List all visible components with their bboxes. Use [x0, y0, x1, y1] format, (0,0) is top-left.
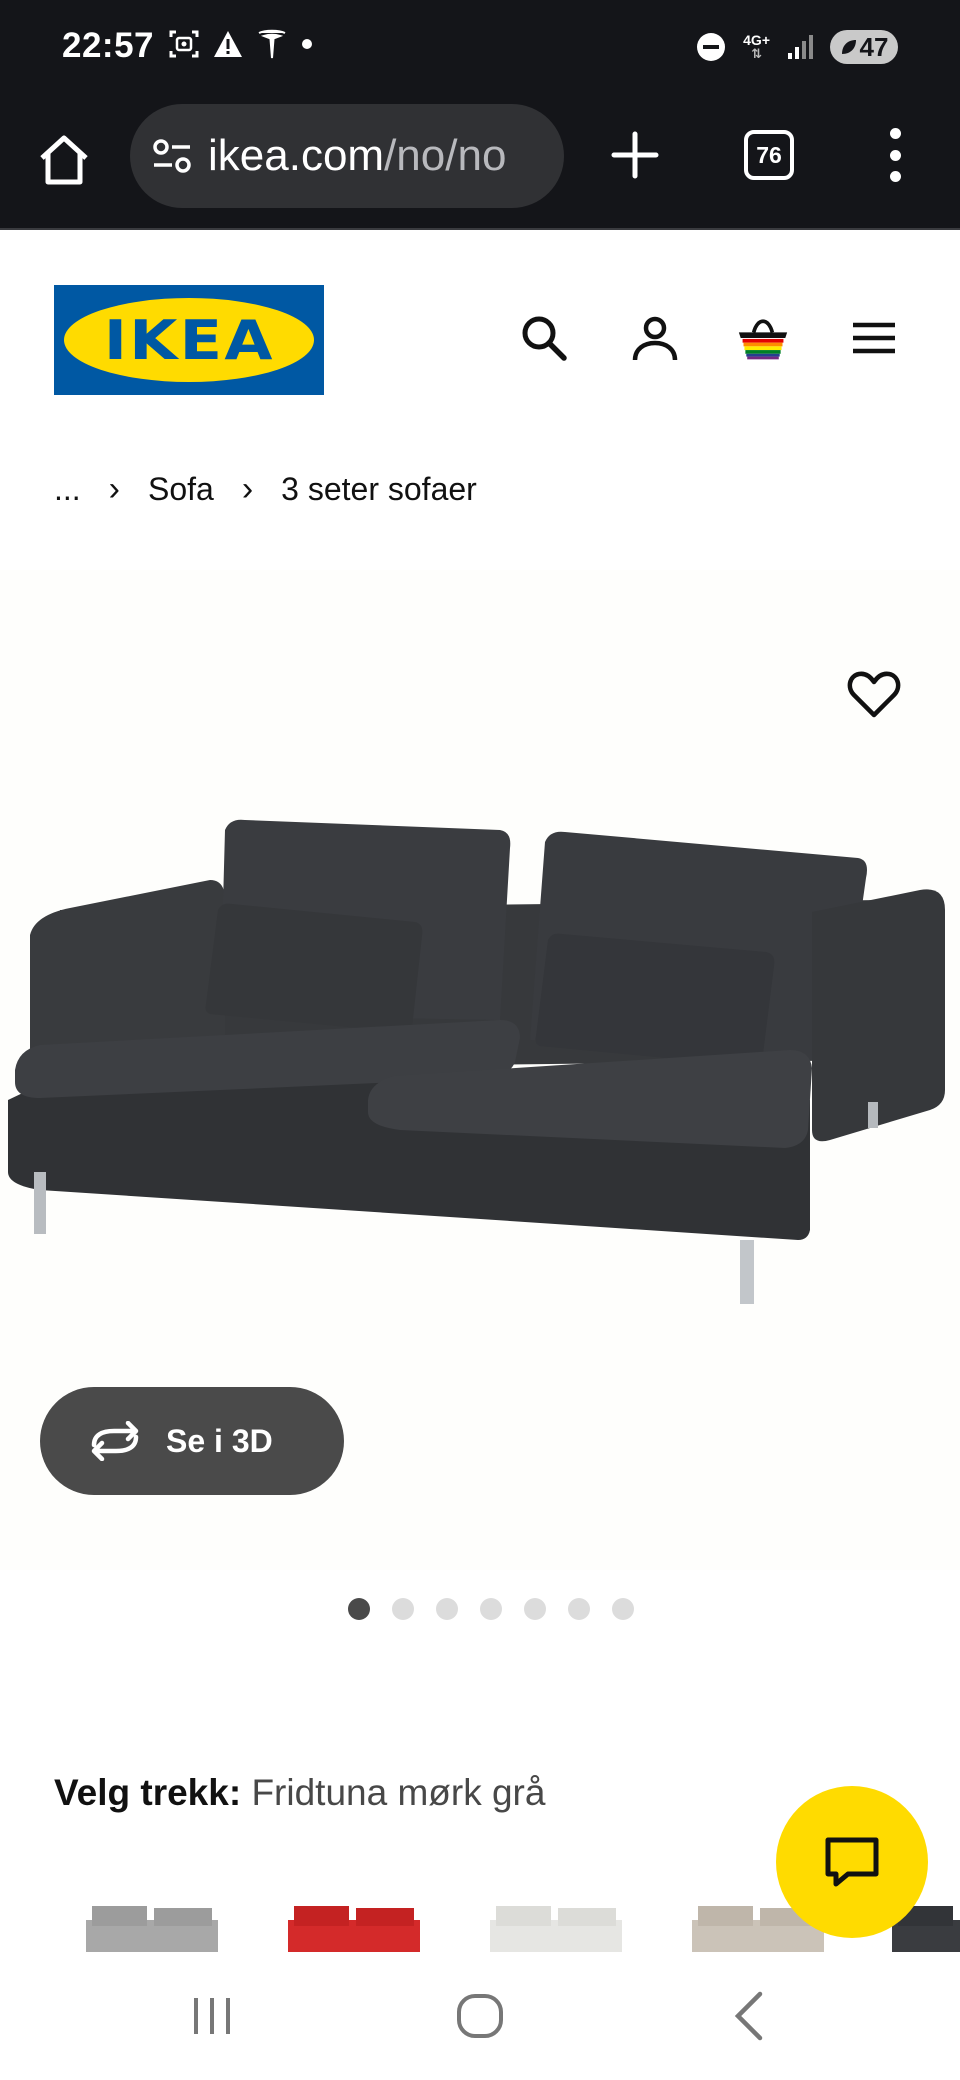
screenshot-icon: [168, 28, 200, 60]
breadcrumb-ellipsis[interactable]: ...: [54, 471, 81, 508]
home-nav-icon[interactable]: [450, 1986, 510, 2046]
chat-button[interactable]: [776, 1786, 928, 1938]
chevron-right-icon: ›: [108, 470, 120, 508]
ikea-logo[interactable]: IKEA: [54, 285, 324, 395]
chevron-right-icon: ›: [241, 470, 254, 508]
cart-icon[interactable]: [737, 312, 789, 364]
pagination-dot[interactable]: [612, 1598, 634, 1620]
chat-icon: [825, 1837, 879, 1887]
heart-icon[interactable]: [846, 668, 902, 720]
breadcrumb-item-3-seter-sofaer[interactable]: 3 seter sofaer: [281, 471, 477, 508]
rotate-3d-icon: [91, 1421, 139, 1461]
tesla-icon: [256, 28, 288, 60]
signal-icon: [786, 33, 814, 61]
view-3d-label: Se i 3D: [166, 1422, 273, 1459]
battery-indicator: 47: [830, 30, 898, 64]
account-icon[interactable]: [629, 312, 681, 364]
home-icon[interactable]: [36, 132, 92, 188]
url-text: ikea.com/no/no: [208, 131, 507, 180]
menu-icon[interactable]: [848, 312, 900, 364]
back-icon[interactable]: [720, 1986, 780, 2046]
status-time: 22:57: [62, 26, 155, 65]
recent-apps-icon[interactable]: [182, 1986, 242, 2046]
cover-selected-value: Fridtuna mørk grå: [251, 1772, 546, 1813]
battery-saver-icon: [841, 40, 856, 54]
cover-swatch[interactable]: [284, 1900, 424, 1952]
search-icon[interactable]: [518, 312, 570, 364]
browser-toolbar: ikea.com/no/no 76: [0, 100, 960, 230]
cover-swatch[interactable]: [486, 1900, 626, 1952]
breadcrumb-item-sofa[interactable]: Sofa: [148, 471, 214, 508]
do-not-disturb-icon: [695, 31, 727, 63]
network-type: 4G+ ⇅: [743, 32, 770, 61]
image-pagination-dots[interactable]: [348, 1598, 634, 1620]
sofa-product-image: [8, 819, 945, 1304]
address-bar[interactable]: ikea.com/no/no: [130, 104, 564, 208]
pagination-dot[interactable]: [480, 1598, 502, 1620]
warning-icon: [212, 29, 244, 59]
site-settings-icon[interactable]: [152, 138, 192, 174]
pagination-dot[interactable]: [392, 1598, 414, 1620]
view-3d-button[interactable]: Se i 3D: [40, 1387, 344, 1495]
more-options-icon[interactable]: [880, 128, 910, 182]
pagination-dot[interactable]: [436, 1598, 458, 1620]
pagination-dot[interactable]: [348, 1598, 370, 1620]
pagination-dot[interactable]: [568, 1598, 590, 1620]
dot-icon: [300, 37, 314, 51]
system-nav-bar: [0, 1960, 960, 2080]
new-tab-icon[interactable]: [610, 130, 660, 180]
pagination-dot[interactable]: [524, 1598, 546, 1620]
tab-switcher-button[interactable]: 76: [744, 130, 794, 180]
cover-swatch[interactable]: [82, 1900, 222, 1952]
status-bar: 22:57 4G+ ⇅ 47: [0, 0, 960, 100]
breadcrumb: ... › Sofa › 3 seter sofaer: [54, 470, 477, 509]
cover-selection-label: Velg trekk: Fridtuna mørk grå: [54, 1772, 546, 1813]
